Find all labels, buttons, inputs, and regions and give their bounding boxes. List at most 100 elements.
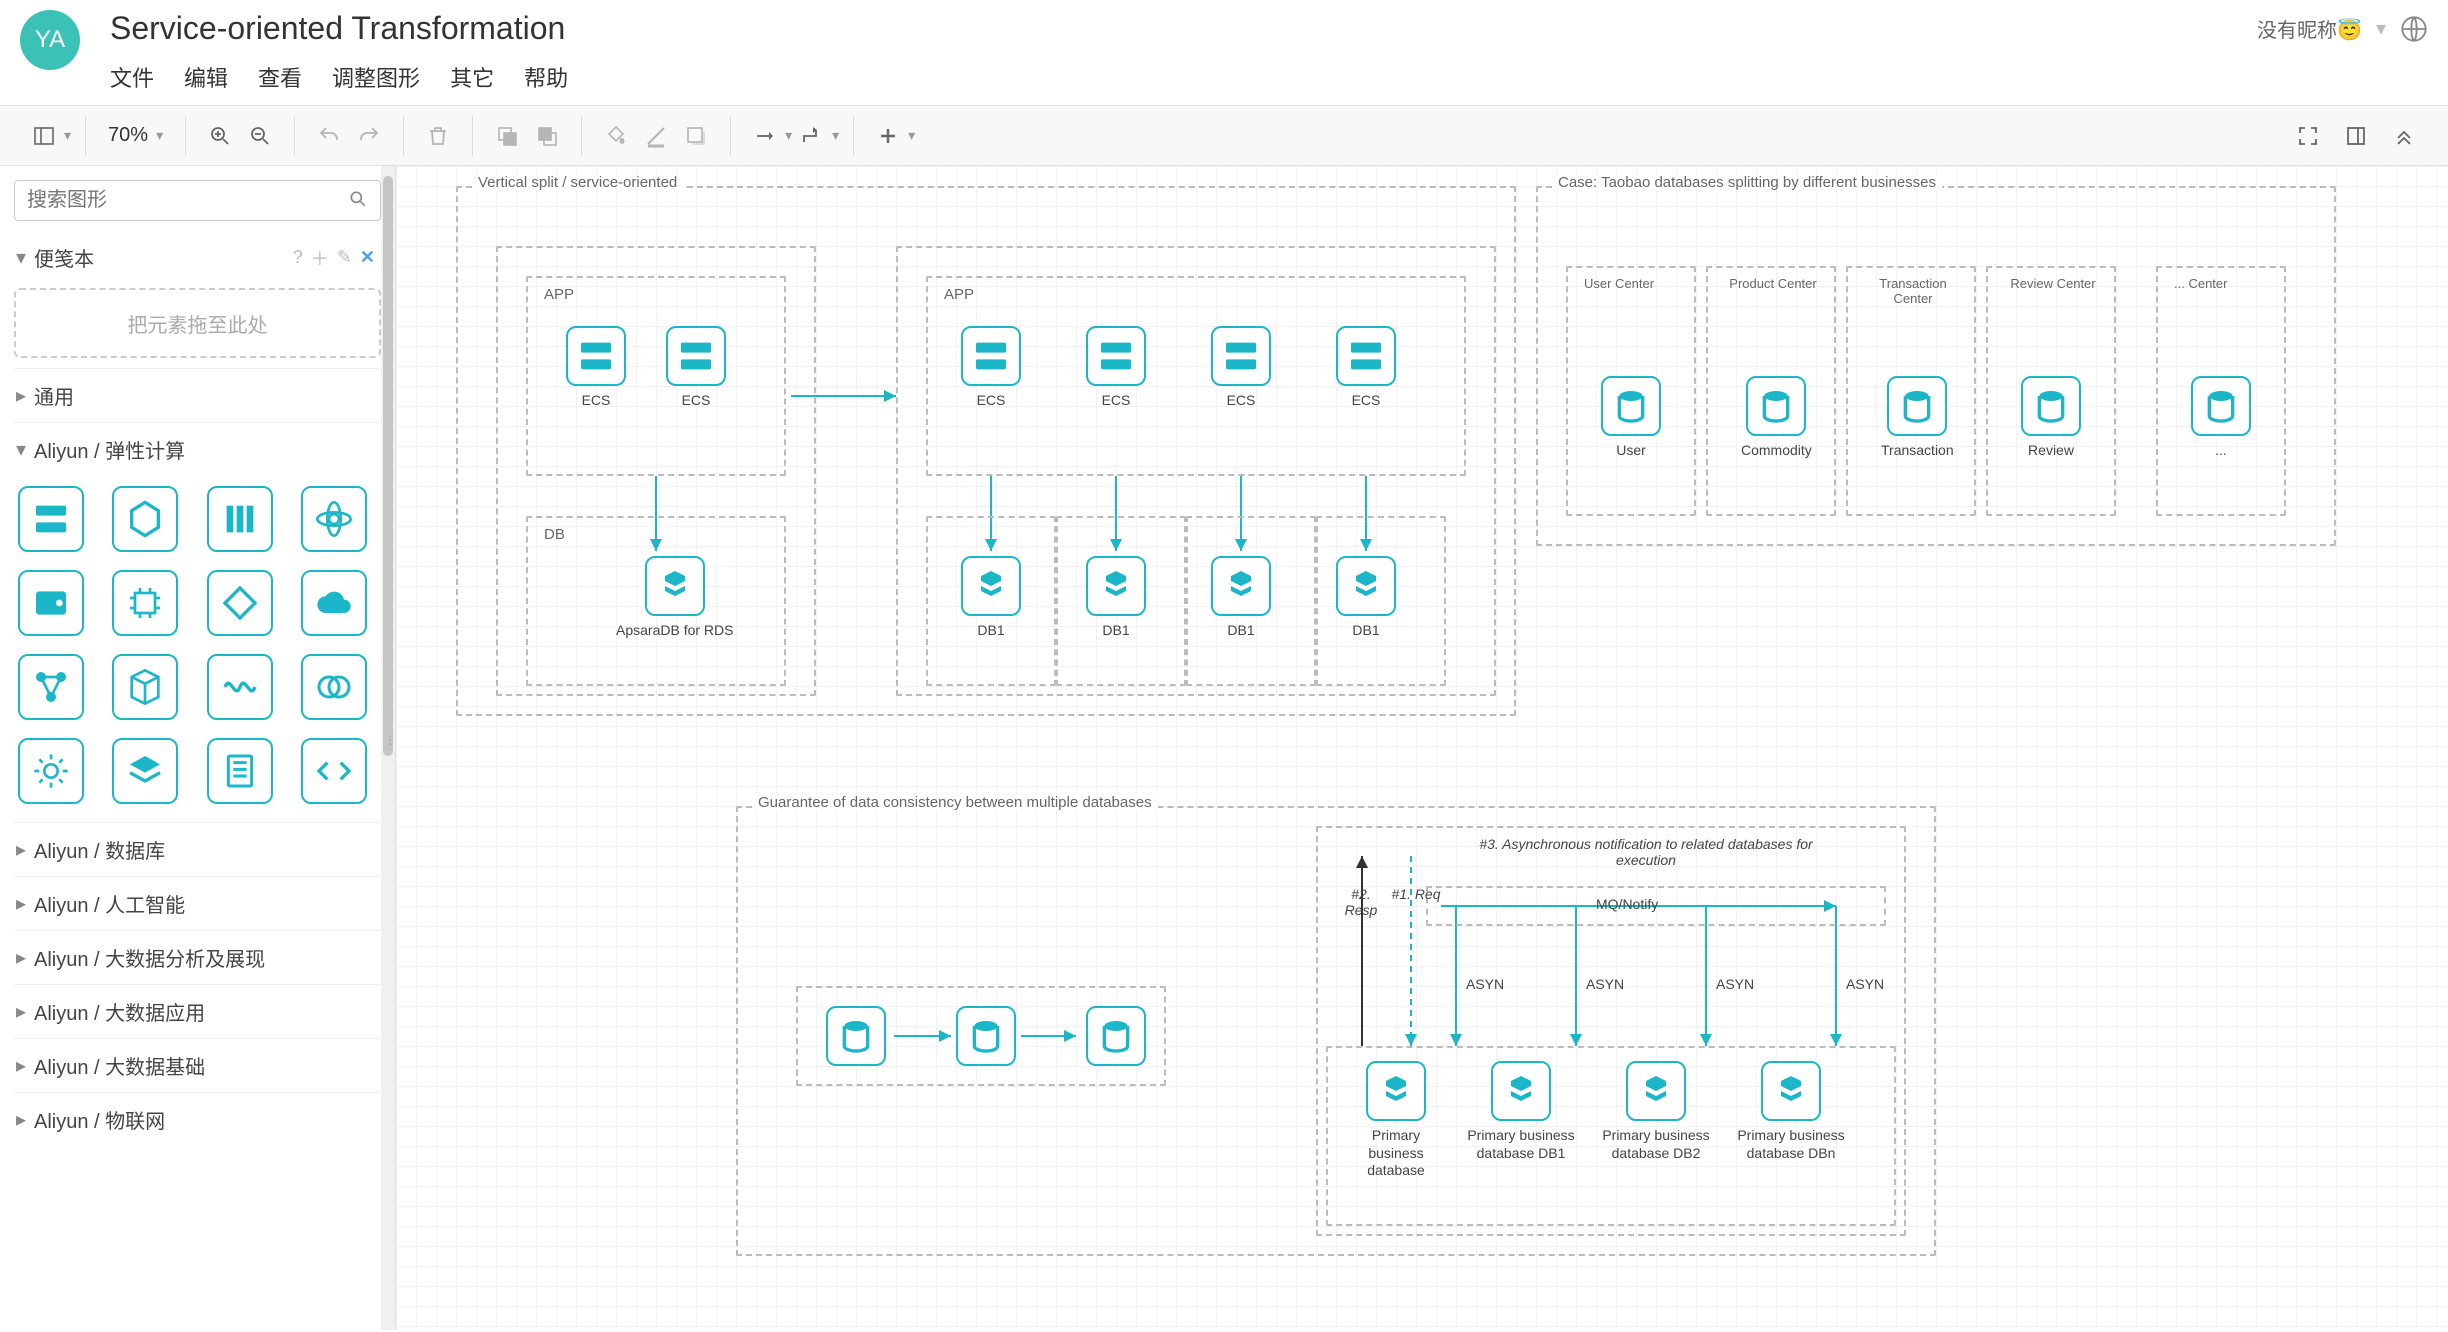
panels-toggle-button[interactable]: [24, 116, 64, 156]
connection-style-button[interactable]: [745, 116, 785, 156]
page-title[interactable]: Service-oriented Transformation: [110, 10, 2257, 47]
section-aliyun-ai[interactable]: ▸Aliyun / 人工智能: [14, 876, 381, 930]
node-commodity[interactable]: Commodity: [1741, 376, 1812, 460]
zoom-dropdown-caret[interactable]: ▾: [156, 127, 163, 144]
zoom-in-button[interactable]: [200, 116, 240, 156]
center-label: Review Center: [1998, 276, 2108, 291]
menu-other[interactable]: 其它: [450, 61, 494, 93]
shape-cloud-icon[interactable]: [301, 570, 367, 636]
menu-file[interactable]: 文件: [110, 61, 154, 93]
req-label: #1. Req: [1391, 886, 1441, 902]
node-label: DB1: [1352, 622, 1379, 640]
node-dots[interactable]: ...: [2191, 376, 2251, 460]
section-aliyun-iot[interactable]: ▸Aliyun / 物联网: [14, 1092, 381, 1146]
menu-edit[interactable]: 编辑: [184, 61, 228, 93]
zoom-level[interactable]: 70% ▾: [100, 124, 171, 147]
avatar[interactable]: YA: [20, 10, 80, 70]
node-primary-db2[interactable]: Primary business database DB2: [1606, 1061, 1706, 1162]
node-ecs[interactable]: ECS: [1336, 326, 1396, 410]
menu-view[interactable]: 查看: [258, 61, 302, 93]
shape-network-icon[interactable]: [18, 654, 84, 720]
redo-button[interactable]: [349, 116, 389, 156]
shape-diamond-icon[interactable]: [207, 570, 273, 636]
menu-adjust[interactable]: 调整图形: [332, 61, 420, 93]
shape-layers-icon[interactable]: [112, 738, 178, 804]
shape-server-icon[interactable]: [207, 738, 273, 804]
shape-cube-icon[interactable]: [112, 654, 178, 720]
shape-wave-icon[interactable]: [207, 654, 273, 720]
search-icon[interactable]: [348, 189, 368, 212]
shape-hex-icon[interactable]: [112, 486, 178, 552]
node-transaction[interactable]: Transaction: [1881, 376, 1954, 460]
node-db-small[interactable]: [956, 1006, 1016, 1066]
node-review[interactable]: Review: [2021, 376, 2081, 460]
shape-disk-icon[interactable]: [18, 570, 84, 636]
node-db1[interactable]: DB1: [1336, 556, 1396, 640]
node-ecs[interactable]: ECS: [666, 326, 726, 410]
node-primary-dbn[interactable]: Primary business database DBn: [1741, 1061, 1841, 1162]
section-label: Aliyun / 人工智能: [34, 889, 185, 918]
menu-help[interactable]: 帮助: [524, 61, 568, 93]
shadow-button[interactable]: [676, 116, 716, 156]
scratchpad-close[interactable]: ✕: [356, 247, 379, 268]
node-db-small[interactable]: [826, 1006, 886, 1066]
shape-chip-icon[interactable]: [112, 570, 178, 636]
fill-color-button[interactable]: [596, 116, 636, 156]
node-db-small[interactable]: [1086, 1006, 1146, 1066]
node-db1[interactable]: DB1: [961, 556, 1021, 640]
to-back-button[interactable]: [527, 116, 567, 156]
to-front-button[interactable]: [487, 116, 527, 156]
search-shapes[interactable]: [14, 180, 381, 221]
node-db1[interactable]: DB1: [1211, 556, 1271, 640]
node-ecs[interactable]: ECS: [1086, 326, 1146, 410]
shape-ecs-icon[interactable]: [18, 486, 84, 552]
node-ecs[interactable]: ECS: [1211, 326, 1271, 410]
format-panel-button[interactable]: [2336, 116, 2376, 156]
section-aliyun-bigdata-vis[interactable]: ▸Aliyun / 大数据分析及展现: [14, 930, 381, 984]
section-aliyun-elastic[interactable]: ▾ Aliyun / 弹性计算: [14, 422, 381, 476]
scratchpad-drop-zone[interactable]: 把元素拖至此处: [14, 288, 381, 358]
user-nickname[interactable]: 没有昵称😇: [2257, 14, 2362, 43]
shape-atom-icon[interactable]: [301, 486, 367, 552]
delete-button[interactable]: [418, 116, 458, 156]
canvas[interactable]: Vertical split / service-oriented APP EC…: [396, 166, 2448, 1330]
scratchpad-header[interactable]: ▾ 便笺本 ? ＋ ✎ ✕: [14, 233, 381, 282]
insert-caret[interactable]: ▾: [908, 127, 915, 144]
search-input[interactable]: [27, 189, 348, 212]
node-ecs[interactable]: ECS: [566, 326, 626, 410]
section-aliyun-bigdata-base[interactable]: ▸Aliyun / 大数据基础: [14, 1038, 381, 1092]
node-apsaradb[interactable]: ApsaraDB for RDS: [616, 556, 733, 640]
section-general[interactable]: ▸ 通用: [14, 368, 381, 422]
undo-button[interactable]: [309, 116, 349, 156]
zoom-out-button[interactable]: [240, 116, 280, 156]
panels-dropdown-caret[interactable]: ▾: [64, 127, 71, 144]
node-primary[interactable]: Primary business database: [1346, 1061, 1446, 1180]
scratchpad-help[interactable]: ?: [289, 247, 307, 268]
collapse-expand-button[interactable]: [2384, 116, 2424, 156]
rds-icon: [1626, 1061, 1686, 1121]
globe-icon[interactable]: [2400, 15, 2428, 43]
user-dropdown-caret[interactable]: ▾: [2376, 16, 2386, 41]
scratchpad-edit[interactable]: ✎: [333, 247, 356, 268]
node-primary-db1[interactable]: Primary business database DB1: [1471, 1061, 1571, 1162]
node-db1[interactable]: DB1: [1086, 556, 1146, 640]
waypoint-caret[interactable]: ▾: [832, 127, 839, 144]
waypoint-style-button[interactable]: [792, 116, 832, 156]
fullscreen-button[interactable]: [2288, 116, 2328, 156]
shape-venn-icon[interactable]: [301, 654, 367, 720]
box-app-left[interactable]: APP: [526, 276, 786, 476]
section-aliyun-bigdata-app[interactable]: ▸Aliyun / 大数据应用: [14, 984, 381, 1038]
connection-caret[interactable]: ▾: [785, 127, 792, 144]
section-label: Aliyun / 大数据基础: [34, 1051, 205, 1080]
section-aliyun-elastic-label: Aliyun / 弹性计算: [34, 435, 185, 464]
node-label: Review: [2028, 442, 2074, 460]
shape-code-icon[interactable]: [301, 738, 367, 804]
scratchpad-add[interactable]: ＋: [307, 245, 333, 271]
shape-bars-icon[interactable]: [207, 486, 273, 552]
node-ecs[interactable]: ECS: [961, 326, 1021, 410]
shape-gear-icon[interactable]: [18, 738, 84, 804]
line-color-button[interactable]: [636, 116, 676, 156]
section-aliyun-db[interactable]: ▸Aliyun / 数据库: [14, 822, 381, 876]
node-user[interactable]: User: [1601, 376, 1661, 460]
insert-button[interactable]: [868, 116, 908, 156]
